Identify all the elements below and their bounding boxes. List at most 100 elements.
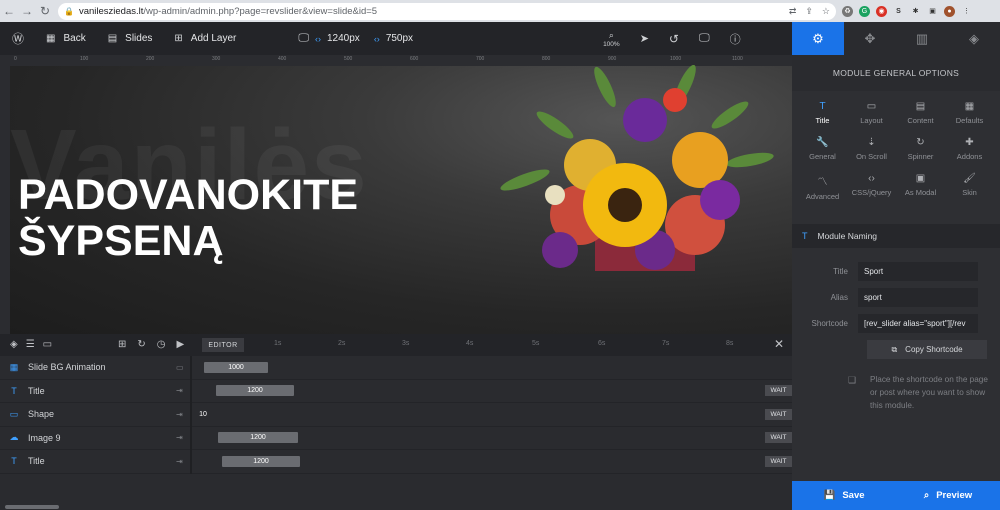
option-addons[interactable]: ✚ Addons — [945, 137, 994, 165]
flower-bouquet-image[interactable] — [495, 65, 777, 271]
wrench-icon: 🔧 — [816, 137, 829, 148]
address-bar[interactable]: 🔒 vanilesziedas.lt/wp-admin/admin.php?pa… — [58, 2, 836, 20]
wait-badge[interactable]: WAIT — [765, 385, 792, 397]
translate-icon[interactable]: ⇄ — [789, 6, 797, 17]
collapse-icon: ⇥ — [176, 456, 183, 466]
chart-icon: 〽 — [817, 177, 828, 188]
star-icon[interactable]: ☆ — [822, 6, 830, 17]
title-input[interactable]: Sport — [858, 261, 978, 281]
option-title[interactable]: T Title — [798, 101, 847, 129]
horizontal-scrollbar[interactable] — [5, 505, 59, 509]
layer-row[interactable]: ▭ Shape ⇥ 10 WAIT — [0, 403, 792, 427]
option-skin[interactable]: 🖌 Skin — [945, 173, 994, 201]
alias-row: Alias sport — [792, 287, 1000, 307]
alias-input[interactable]: sport — [858, 287, 978, 307]
layer-row[interactable]: T Title ⇥ 1200 WAIT — [0, 380, 792, 403]
layer-row[interactable]: T Title ⇥ 1200 WAIT — [0, 450, 792, 474]
back-arrow-icon[interactable]: ← — [0, 4, 18, 18]
folder-icon[interactable]: ▭ — [43, 339, 52, 350]
device-width-control[interactable]: 🖵 ‹› 1240px — [298, 32, 359, 45]
extension-icon[interactable]: G — [859, 5, 870, 17]
layer-row[interactable]: ▦ Slide BG Animation ▭ 1000 — [0, 356, 792, 380]
film-icon: ▭ — [176, 362, 184, 372]
shortcode-input[interactable]: [rev_slider alias="sport"][/rev — [858, 313, 978, 333]
preview-button[interactable]: ⌕ Preview — [896, 481, 1000, 510]
spinner-icon: ↻ — [916, 137, 925, 148]
puzzle-icon: ✚ — [965, 137, 974, 148]
height-arrows-icon: ‹› — [373, 33, 380, 44]
undo-icon[interactable]: ↺ — [669, 32, 679, 46]
timeline-bar[interactable]: 1000 — [204, 361, 268, 373]
loop-icon[interactable]: ↻ — [137, 339, 145, 350]
copy-shortcode-button[interactable]: ⧉ Copy Shortcode — [867, 340, 987, 359]
slides-button[interactable]: ▤ Slides — [108, 33, 153, 44]
timeline-bar[interactable]: 1200 — [216, 385, 294, 397]
reload-icon[interactable]: ↻ — [36, 4, 54, 18]
editor-toolbar: Ⓦ ▦ Back ▤ Slides ⊞ Add Layer 🖵 ‹› 1240px ‹… — [0, 22, 792, 55]
extension-icon[interactable]: S — [893, 6, 904, 17]
extension-icon[interactable]: ◉ — [876, 5, 887, 17]
option-content[interactable]: ▤ Content — [896, 101, 945, 129]
help-icon[interactable]: ⓘ — [730, 31, 741, 47]
option-layout[interactable]: ▭ Layout — [847, 101, 896, 129]
device-height-control[interactable]: ‹› 750px — [374, 33, 413, 44]
grid-icon[interactable]: ⊞ — [118, 339, 126, 350]
slides-list-icon[interactable]: ▥ — [896, 22, 948, 55]
layout-icon: ▭ — [866, 101, 877, 112]
option-general[interactable]: 🔧 General — [798, 137, 847, 165]
add-layer-icon: ⊞ — [174, 33, 183, 44]
section-header-module-naming[interactable]: T Module Naming — [792, 224, 1000, 248]
width-arrows-icon: ‹› — [315, 33, 321, 44]
extension-icon[interactable]: ♻ — [842, 5, 853, 17]
headline-layer[interactable]: PADOVANOKITE ŠYPSENĄ — [18, 172, 418, 264]
timeline-footer — [0, 474, 792, 510]
editor-tab[interactable]: EDITOR — [202, 338, 244, 352]
timeline-ruler: 1s 2s 3s 4s 5s 6s 7s 8s — [274, 340, 734, 347]
search-icon: ⌕ — [923, 490, 930, 501]
title-row: Title Sport — [792, 261, 1000, 281]
option-spinner[interactable]: ↻ Spinner — [896, 137, 945, 165]
defaults-icon: ▦ — [964, 101, 975, 112]
cursor-icon[interactable]: ➤ — [640, 32, 649, 45]
save-button[interactable]: 💾 Save — [792, 481, 896, 510]
timeline-bar[interactable]: 10 — [196, 409, 210, 420]
option-on-scroll[interactable]: ⇣ On Scroll — [847, 137, 896, 165]
option-css-jquery[interactable]: ‹› CSS/jQuery — [847, 173, 896, 201]
wait-badge[interactable]: WAIT — [765, 455, 792, 467]
preview-device-icon[interactable]: 🖵 — [699, 32, 710, 45]
list-icon[interactable]: ☰ — [26, 339, 35, 350]
modal-icon: ▣ — [915, 173, 926, 184]
share-icon[interactable]: ⇪ — [805, 6, 813, 17]
sidepanel-icon[interactable]: ▣ — [927, 6, 938, 17]
wait-badge[interactable]: WAIT — [765, 408, 792, 420]
play-icon[interactable]: ▶ — [177, 339, 185, 350]
move-icon[interactable]: ✥ — [844, 22, 896, 55]
add-layer-button[interactable]: ⊞ Add Layer — [174, 33, 236, 44]
menu-dots-icon[interactable]: ⋮ — [961, 6, 972, 17]
timeline-bar[interactable]: 1200 — [222, 455, 300, 467]
timeline-bar[interactable]: 1200 — [218, 432, 298, 444]
content-icon: ▤ — [915, 101, 926, 112]
close-icon[interactable]: ✕ — [774, 337, 784, 351]
desktop-icon: 🖵 — [298, 32, 309, 44]
layers-icon[interactable]: ◈ — [10, 339, 18, 350]
shortcode-row: Shortcode [rev_slider alias="sport"][/re… — [792, 313, 1000, 333]
headline-line1: PADOVANOKITE — [18, 171, 359, 219]
wordpress-icon[interactable]: Ⓦ — [12, 30, 24, 47]
panel-tabs: ⚙ ✥ ▥ ◈ — [792, 22, 1000, 55]
option-defaults[interactable]: ▦ Defaults — [945, 101, 994, 129]
puzzle-icon[interactable]: ✱ — [910, 6, 921, 17]
layers-icon[interactable]: ◈ — [948, 22, 1000, 55]
wait-badge[interactable]: WAIT — [765, 432, 792, 444]
layer-row[interactable]: ☁ Image 9 ⇥ 1200 WAIT — [0, 427, 792, 450]
avatar[interactable]: ● — [944, 5, 955, 17]
gear-icon[interactable]: ⚙ — [792, 22, 844, 55]
timeline-layers: ▦ Slide BG Animation ▭ 1000 T Title ⇥ 12… — [0, 356, 792, 474]
option-as-modal[interactable]: ▣ As Modal — [896, 173, 945, 201]
back-button[interactable]: ▦ Back — [46, 33, 86, 44]
forward-arrow-icon[interactable]: → — [18, 4, 36, 18]
timeline-divider[interactable] — [190, 356, 192, 474]
option-advanced[interactable]: 〽 Advanced — [798, 173, 847, 201]
zoom-control[interactable]: ⌕ 100% — [603, 30, 620, 48]
timer-icon[interactable]: ◷ — [157, 339, 166, 350]
